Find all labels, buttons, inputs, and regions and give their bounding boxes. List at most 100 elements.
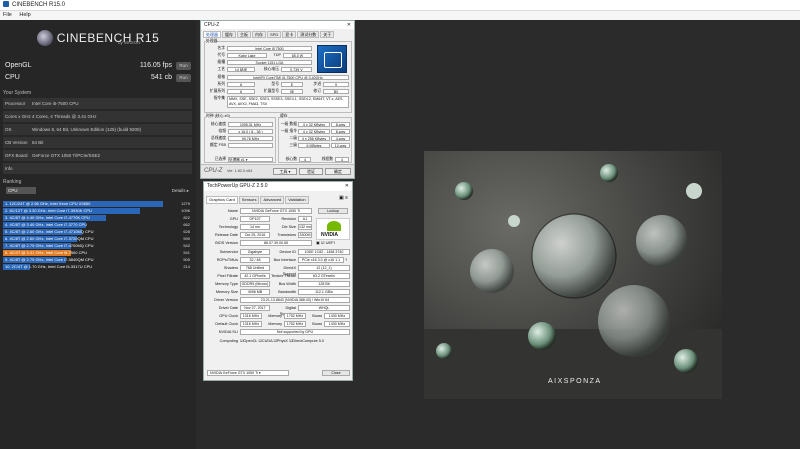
validate-button[interactable]: 验证 xyxy=(299,168,323,175)
package-label: 插槽 xyxy=(217,60,225,64)
tab-graphics[interactable]: 显卡 xyxy=(282,31,297,38)
boost-clock-label: Boost xyxy=(312,314,322,318)
directcompute[interactable]: DirectCompute 5.0 xyxy=(292,339,324,343)
close-icon[interactable]: ✕ xyxy=(347,21,351,29)
l3-label: 三级 xyxy=(289,143,297,147)
ranking-row: 8. 4C/4T @ 3.41 GHz, Intel Core i5-7500 … xyxy=(3,250,192,256)
tech: 14 纳米 xyxy=(227,67,255,72)
ranking-dropdown[interactable]: CPU xyxy=(6,187,36,194)
ranking-label: 7. 4C/8T @ 2.79 GHz, Intel Core i7-4700M… xyxy=(5,243,94,248)
stepping: 9 xyxy=(323,82,349,87)
technology: 14 nm xyxy=(240,224,270,230)
ranking-toolbar: CPU Details ▸ xyxy=(3,187,192,195)
tab-memory[interactable]: 内存 xyxy=(252,31,266,38)
multiplier-label: 倍频 xyxy=(218,129,226,133)
ranking-row: 10. 2C/4T @ 1.70 GHz, Intel Core i5-3317… xyxy=(3,264,192,270)
cinebench-logo-icon xyxy=(36,30,53,46)
window-title: CINEBENCH R15.0 xyxy=(12,2,66,8)
gpu-name: NVIDIA GeForce GTX 1050 Ti xyxy=(240,208,312,214)
bios-label: BIOS Version xyxy=(215,241,238,245)
default-memory-label: Memory xyxy=(268,322,282,326)
gpuz-tabs: Graphics Card Sensors Advanced Validatio… xyxy=(206,196,309,204)
cores: 4 xyxy=(299,157,311,162)
ranking-score: 1279 xyxy=(181,201,190,206)
gpu-select[interactable]: NVIDIA GeForce GTX 1050 Ti ▾ xyxy=(207,370,289,376)
ranking-score: 822 xyxy=(183,215,190,220)
info-row[interactable]: Info xyxy=(3,163,192,174)
system-key: OS xyxy=(5,127,12,132)
ranking-row: 3. 4C/8T @ 4.40 GHz, Intel Core i7-4770K… xyxy=(3,215,192,221)
tab-processor[interactable]: 处理器 xyxy=(203,31,221,38)
tdp-label: TDP xyxy=(273,53,281,57)
processor-group-label: 处理器 xyxy=(206,39,218,44)
shaders-label: Shaders xyxy=(223,266,238,270)
spec-label: 规格 xyxy=(217,75,225,79)
ranking-row: 7. 4C/8T @ 2.79 GHz, Intel Core i7-4700M… xyxy=(3,243,192,249)
tab-cache[interactable]: 缓存 xyxy=(222,31,236,38)
cinebench-app-icon xyxy=(3,1,9,8)
memory-clock: 1752 MHz xyxy=(284,313,306,319)
clocks-group-label: 时钟 (核心 #0) xyxy=(206,114,231,119)
extfamily: 6 xyxy=(227,89,255,94)
ranking-score: 1096 xyxy=(181,208,190,213)
opengl-label: OpenGL xyxy=(5,62,32,69)
opengl-run-button[interactable]: Run xyxy=(176,61,191,70)
tab-advanced[interactable]: Advanced xyxy=(260,196,285,204)
default-boost: 1430 MHz xyxy=(324,321,350,327)
die-size-label: Die Size xyxy=(281,225,296,229)
green-sphere xyxy=(436,343,452,359)
lookup-button[interactable]: Lookup xyxy=(318,208,348,214)
memory-clock-label: Memory xyxy=(268,314,282,318)
tab-graphics-card[interactable]: Graphics Card xyxy=(206,196,238,204)
revision-label: Revision xyxy=(281,217,296,221)
ranking-score: 590 xyxy=(183,236,190,241)
tools-button[interactable]: 工具 ▾ xyxy=(273,168,297,175)
selection-dropdown[interactable]: 处理器 #1 ▾ xyxy=(228,157,273,162)
ranking-row: 5. 4C/8T @ 2.60 GHz, Intel Core i7-4710M… xyxy=(3,229,192,235)
help-icon[interactable]: ? xyxy=(345,257,347,262)
model: E xyxy=(281,82,303,87)
tab-sensors[interactable]: Sensors xyxy=(238,196,260,204)
tab-about[interactable]: 关于 xyxy=(320,31,335,38)
selection-value: 处理器 #1 xyxy=(229,158,245,162)
core-speed: 1095.31 MHz xyxy=(228,122,273,127)
sli: Not supported by GPU xyxy=(240,329,350,335)
device-id-label: Device ID xyxy=(279,250,296,254)
sli-label: NVIDIA SLI xyxy=(218,330,238,334)
ranking-details-button[interactable]: Details ▸ xyxy=(172,187,189,194)
logo-sub: by MAXON xyxy=(118,40,141,45)
glass-sphere xyxy=(470,249,514,293)
tab-spd[interactable]: SPD xyxy=(267,31,282,38)
ranking-score: 214 xyxy=(183,264,190,269)
physx[interactable]: PhysX xyxy=(277,339,288,343)
tab-mainboard[interactable]: 主板 xyxy=(237,31,251,38)
driver-version-label: Driver Version xyxy=(214,298,238,302)
menu-help[interactable]: Help xyxy=(19,12,30,18)
tab-bench[interactable]: 测试分数 xyxy=(297,31,320,38)
ranking-score: 505 xyxy=(183,257,190,262)
small-sphere xyxy=(508,215,520,227)
rops-label: ROPs/TMUs xyxy=(216,258,238,262)
ranking-row: 6. 4C/8T @ 2.60 GHz, Intel Core i7-3720Q… xyxy=(3,236,192,242)
ranking-label: 9. 4C/8T @ 2.79 GHz, Intel Core i7-3840Q… xyxy=(5,257,94,262)
cuda[interactable]: CUDA xyxy=(262,339,273,343)
bandwidth-label: Bandwidth xyxy=(278,290,296,294)
opencl[interactable]: OpenCL xyxy=(243,339,257,343)
close-icon[interactable]: ✕ xyxy=(345,182,349,191)
l1d-label: 一级 数据 xyxy=(280,122,297,126)
tab-validation[interactable]: Validation xyxy=(285,196,309,204)
ok-button[interactable]: 确定 xyxy=(325,168,351,175)
l2-way: 4-way xyxy=(331,136,350,141)
camera-icon[interactable]: ▣ ≡ xyxy=(339,195,348,201)
opengl-score-row: OpenGL 116.05 fps Run xyxy=(5,60,191,71)
boost-clock: 1430 MHz xyxy=(324,313,350,319)
menu-bar: File Help xyxy=(0,11,800,20)
default-clock-label: Default Clock xyxy=(215,322,238,326)
codename-label: 代号 xyxy=(217,53,225,57)
cpu-run-button[interactable]: Run xyxy=(176,73,191,82)
menu-file[interactable]: File xyxy=(3,12,12,18)
bios-version: 86.07.39.00.55 xyxy=(240,240,312,246)
close-button[interactable]: Close xyxy=(322,370,350,376)
memory-size-label: Memory Size xyxy=(215,290,238,294)
cpuz-version: Ver. 1.82.0.x64 xyxy=(227,169,253,173)
